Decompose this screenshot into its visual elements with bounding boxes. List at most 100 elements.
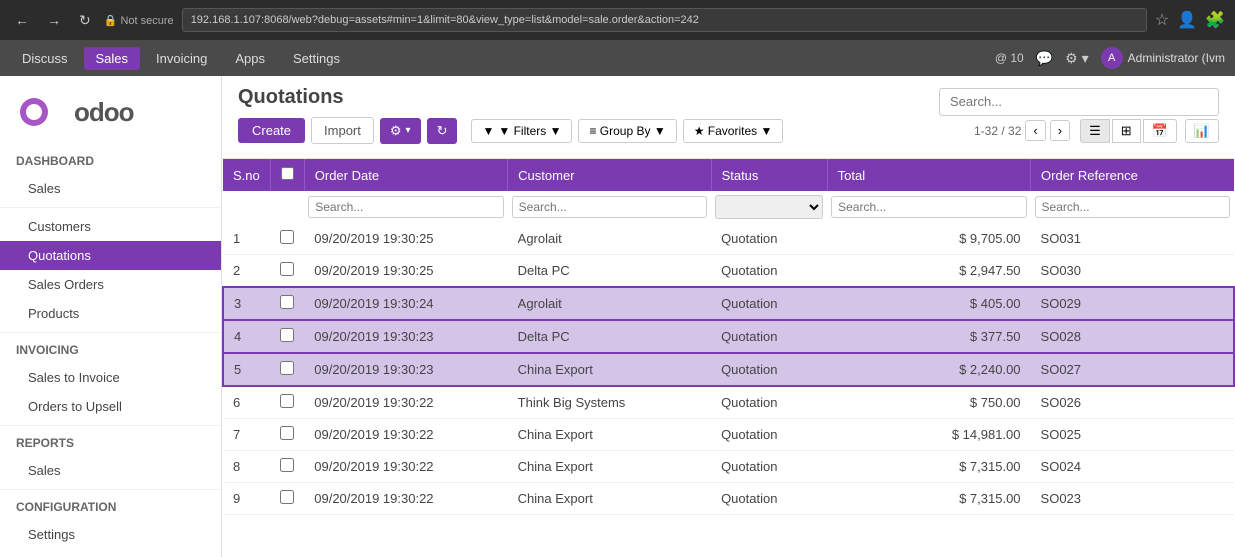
chat-icon[interactable]: 💬 [1036,50,1053,67]
admin-label: Administrator (Ivm [1128,51,1225,65]
cell-checkbox [270,451,304,483]
sidebar-item-orders-to-upsell[interactable]: Orders to Upsell [0,392,221,421]
settings-gear-icon[interactable]: ⚙ ▾ [1065,50,1088,67]
sidebar-item-sales-orders[interactable]: Sales Orders [0,270,221,299]
next-page-button[interactable]: › [1050,120,1070,141]
profile-icon[interactable]: 👤 [1177,10,1197,30]
sidebar-item-sales-dash[interactable]: Sales [0,174,221,203]
row-checkbox[interactable] [280,262,294,276]
search-customer-cell [508,191,711,223]
sidebar-item-sales-report[interactable]: Sales [0,456,221,485]
row-checkbox[interactable] [280,426,294,440]
th-order-date[interactable]: Order Date [304,159,507,191]
list-view-button[interactable]: ☰ [1080,119,1110,143]
import-button[interactable]: Import [311,117,374,144]
favorites-button[interactable]: ★ Favorites ▼ [683,119,784,143]
menu-sales[interactable]: Sales [84,47,141,70]
search-total-input[interactable] [831,196,1026,218]
search-date-input[interactable] [308,196,503,218]
cell-ref: SO027 [1031,353,1234,386]
th-status[interactable]: Status [711,159,827,191]
cell-customer: China Export [508,483,711,515]
search-customer-input[interactable] [512,196,707,218]
th-total[interactable]: Total [827,159,1030,191]
th-customer[interactable]: Customer [508,159,711,191]
row-checkbox[interactable] [280,394,294,408]
sidebar-item-settings[interactable]: Settings [0,520,221,549]
view-toggle: ☰ ⊞ 📅 [1080,119,1177,143]
cell-customer: Agrolait [508,287,711,320]
create-button[interactable]: Create [238,118,305,143]
actions-button[interactable]: ⚙ ▾ [380,118,421,144]
menu-apps[interactable]: Apps [223,47,277,70]
gear-icon: ⚙ [390,123,402,139]
cell-sno: 6 [223,386,270,419]
cell-total: $ 750.00 [827,386,1030,419]
sidebar-invoicing-title: Invoicing [0,337,221,363]
cell-checkbox [270,223,304,255]
search-status-select[interactable]: Quotation Sale Order [715,195,823,219]
notification-count[interactable]: @ 10 [995,51,1024,65]
table-row[interactable]: 7 09/20/2019 19:30:22 China Export Quota… [223,419,1234,451]
search-ref-cell [1031,191,1234,223]
sidebar-item-sales-to-invoice[interactable]: Sales to Invoice [0,363,221,392]
cell-status: Quotation [711,320,827,353]
prev-page-button[interactable]: ‹ [1025,120,1045,141]
row-checkbox[interactable] [280,361,294,375]
table-search-row: Quotation Sale Order [223,191,1234,223]
sidebar-item-customers[interactable]: Customers [0,212,221,241]
reload-button[interactable]: ↻ [74,10,96,31]
menu-invoicing[interactable]: Invoicing [144,47,219,70]
cell-order-date: 09/20/2019 19:30:23 [304,320,507,353]
calendar-view-button[interactable]: 📅 [1143,119,1177,143]
table-row[interactable]: 5 09/20/2019 19:30:23 China Export Quota… [223,353,1234,386]
row-checkbox[interactable] [280,458,294,472]
table-row[interactable]: 9 09/20/2019 19:30:22 China Export Quota… [223,483,1234,515]
quotations-table: S.no Order Date Customer Status Total Or… [222,159,1235,515]
chart-view-button[interactable]: 📊 [1185,119,1219,143]
url-bar[interactable] [182,8,1147,32]
pagination-text: 1-32 / 32 [974,124,1021,138]
row-checkbox[interactable] [280,328,294,342]
filters-button[interactable]: ▼ ▼ Filters ▼ [471,119,572,143]
search-bar [939,88,1219,116]
admin-menu[interactable]: A Administrator (Ivm [1101,47,1225,69]
table-row[interactable]: 2 09/20/2019 19:30:25 Delta PC Quotation… [223,255,1234,288]
cell-total: $ 7,315.00 [827,451,1030,483]
cell-order-date: 09/20/2019 19:30:23 [304,353,507,386]
table-row[interactable]: 8 09/20/2019 19:30:22 China Export Quota… [223,451,1234,483]
row-checkbox[interactable] [280,230,294,244]
sidebar-item-quotations[interactable]: Quotations [0,241,221,270]
cell-order-date: 09/20/2019 19:30:25 [304,223,507,255]
cell-order-date: 09/20/2019 19:30:22 [304,451,507,483]
th-order-ref[interactable]: Order Reference [1031,159,1234,191]
cell-total: $ 2,947.50 [827,255,1030,288]
table-row[interactable]: 4 09/20/2019 19:30:23 Delta PC Quotation… [223,320,1234,353]
bookmark-icon[interactable]: ☆ [1155,10,1169,30]
cell-order-date: 09/20/2019 19:30:22 [304,386,507,419]
cell-ref: SO026 [1031,386,1234,419]
select-all-checkbox[interactable] [281,167,294,180]
table-row[interactable]: 1 09/20/2019 19:30:25 Agrolait Quotation… [223,223,1234,255]
extension-icon[interactable]: 🧩 [1205,10,1225,30]
cell-status: Quotation [711,483,827,515]
row-checkbox[interactable] [280,490,294,504]
search-ref-input[interactable] [1035,196,1230,218]
main-search-input[interactable] [939,88,1219,116]
group-by-button[interactable]: ≡ Group By ▼ [578,119,676,143]
sidebar-item-config-products[interactable]: Products [0,549,221,557]
table-row[interactable]: 3 09/20/2019 19:30:24 Agrolait Quotation… [223,287,1234,320]
cell-status: Quotation [711,419,827,451]
row-checkbox[interactable] [280,295,294,309]
menu-discuss[interactable]: Discuss [10,47,80,70]
table-row[interactable]: 6 09/20/2019 19:30:22 Think Big Systems … [223,386,1234,419]
pagination: 1-32 / 32 ‹ › ☰ ⊞ 📅 📊 [974,119,1219,143]
forward-button[interactable]: → [42,10,66,30]
back-button[interactable]: ← [10,10,34,30]
refresh-button[interactable]: ↻ [427,118,458,144]
sidebar-item-products[interactable]: Products [0,299,221,328]
cell-total: $ 2,240.00 [827,353,1030,386]
grid-view-button[interactable]: ⊞ [1112,119,1141,143]
cell-customer: Think Big Systems [508,386,711,419]
menu-settings[interactable]: Settings [281,47,352,70]
